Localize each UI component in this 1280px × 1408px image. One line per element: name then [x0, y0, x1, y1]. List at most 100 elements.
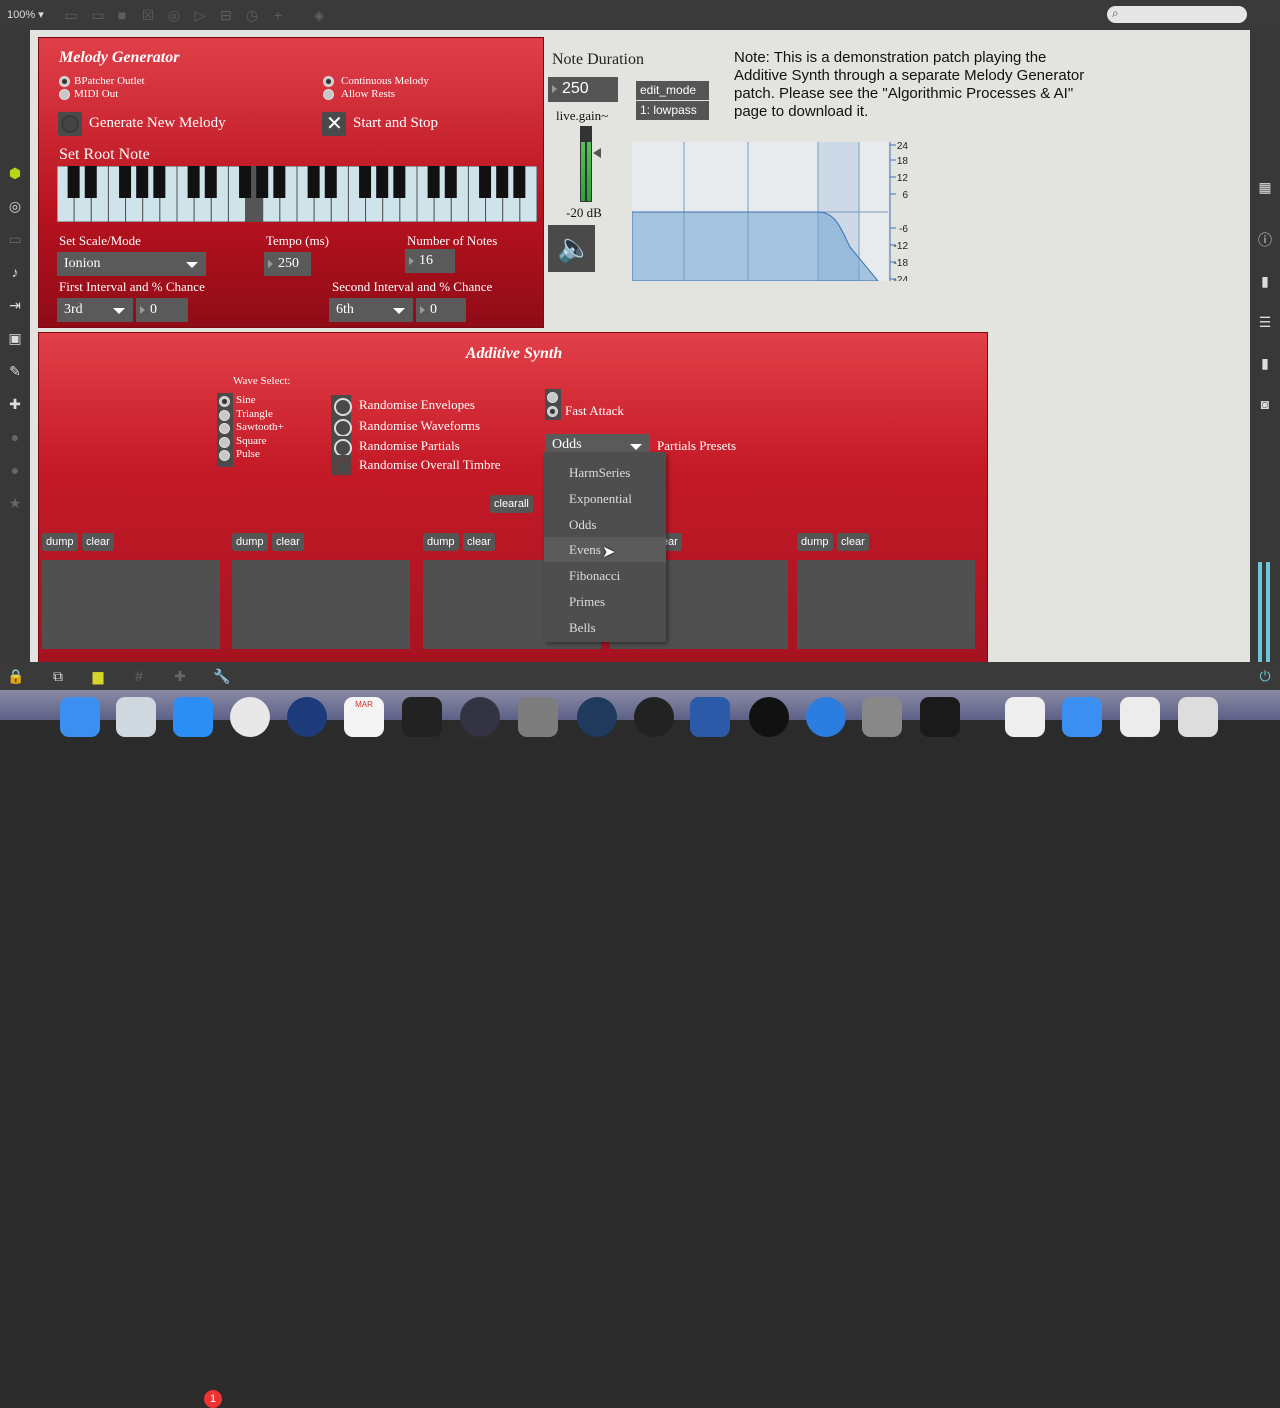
file-icon[interactable]	[1120, 697, 1160, 737]
black-key[interactable]	[359, 166, 372, 198]
black-key[interactable]	[376, 166, 389, 198]
radio-continuous[interactable]	[323, 76, 334, 87]
dump-button[interactable]: dump	[423, 533, 459, 551]
black-key[interactable]	[479, 166, 492, 198]
black-key[interactable]	[67, 166, 80, 198]
music-icon[interactable]: ♪	[7, 264, 23, 280]
envelope-editor[interactable]	[232, 560, 410, 649]
envelope-editor[interactable]	[42, 560, 220, 649]
browser-icon[interactable]	[806, 697, 846, 737]
message-icon[interactable]: ☒	[140, 7, 156, 23]
slider-icon[interactable]: ⊟	[218, 7, 234, 23]
clear-button[interactable]: clear	[463, 533, 495, 551]
target-icon[interactable]: ◎	[7, 198, 23, 214]
second-chance-number[interactable]: 0	[416, 298, 466, 322]
launchpad-icon[interactable]	[116, 697, 156, 737]
terminal-icon[interactable]	[920, 697, 960, 737]
v-icon[interactable]: ●	[7, 429, 23, 445]
steam-icon[interactable]	[577, 697, 617, 737]
first-interval-menu[interactable]: 3rd	[57, 298, 133, 322]
wave-radio-4[interactable]	[219, 450, 230, 461]
add-icon[interactable]: +	[270, 7, 286, 23]
black-key[interactable]	[204, 166, 217, 198]
trash-icon[interactable]	[1178, 697, 1218, 737]
dropdown-item[interactable]: Exponential	[544, 486, 666, 511]
randomise-partials-button[interactable]	[331, 436, 352, 457]
black-key[interactable]	[84, 166, 97, 198]
wrench-icon[interactable]: 🔧	[213, 668, 230, 684]
audio-toggle[interactable]: 🔈	[548, 225, 595, 272]
plugin-icon[interactable]: ✚	[7, 396, 23, 412]
logic-icon[interactable]	[518, 697, 558, 737]
search-input[interactable]: ⌕	[1107, 6, 1247, 23]
new-object-icon[interactable]: ✚	[172, 668, 188, 684]
dropdown-item[interactable]: Primes	[544, 589, 666, 614]
star-icon[interactable]: ★	[7, 495, 23, 511]
black-key[interactable]	[273, 166, 286, 198]
dump-button[interactable]: dump	[232, 533, 268, 551]
image-icon[interactable]: ▣	[7, 330, 23, 346]
gain-meter[interactable]	[580, 126, 592, 202]
black-key[interactable]	[324, 166, 337, 198]
presentation-icon[interactable]: ▭	[63, 7, 79, 23]
randomise-waveforms-button[interactable]	[331, 416, 352, 437]
randomise-envelopes-button[interactable]	[331, 395, 352, 416]
power-icon[interactable]: ⏻	[1257, 668, 1273, 684]
clip-icon[interactable]: ✎	[7, 363, 23, 379]
dropdown-item[interactable]: Fibonacci	[544, 563, 666, 588]
paint-icon[interactable]: ◈	[311, 7, 327, 23]
black-key[interactable]	[427, 166, 440, 198]
dropdown-item[interactable]: Bells	[544, 615, 666, 640]
ableton-icon[interactable]	[749, 697, 789, 737]
word-icon[interactable]	[690, 697, 730, 737]
calendar-icon[interactable]: MAR	[344, 697, 384, 737]
first-chance-number[interactable]: 0	[136, 298, 188, 322]
headphones-icon[interactable]	[460, 697, 500, 737]
grid-snap-icon[interactable]: #	[131, 668, 147, 684]
clear-button[interactable]: clear	[82, 533, 114, 551]
black-key[interactable]	[444, 166, 457, 198]
object-icon[interactable]: ▭	[90, 7, 106, 23]
radio-midi[interactable]	[59, 89, 70, 100]
wave-radio-3[interactable]	[219, 436, 230, 448]
radio-rests[interactable]	[323, 89, 334, 100]
wave-radio-1[interactable]	[219, 409, 230, 421]
scale-menu[interactable]: Ionion	[57, 252, 206, 276]
list-icon[interactable]: ☰	[1257, 314, 1273, 330]
finder-icon[interactable]	[60, 697, 100, 737]
black-key[interactable]	[307, 166, 320, 198]
clear-button[interactable]: clear	[272, 533, 304, 551]
toggle-icon[interactable]: ▷	[192, 7, 208, 23]
envelope-editor[interactable]	[797, 560, 975, 649]
black-key[interactable]	[513, 166, 526, 198]
window-icon[interactable]: ▭	[7, 231, 23, 247]
second-interval-menu[interactable]: 6th	[329, 298, 413, 322]
black-key[interactable]	[256, 166, 269, 198]
book-icon[interactable]: ▮	[1257, 273, 1273, 289]
black-key[interactable]	[153, 166, 166, 198]
grid-icon[interactable]: ▦	[1257, 179, 1273, 195]
black-key[interactable]	[393, 166, 406, 198]
dial-icon[interactable]: ◷	[244, 7, 260, 23]
document-icon[interactable]	[1005, 697, 1045, 737]
clear-button[interactable]: clear	[837, 533, 869, 551]
root-note-keyboard[interactable]	[57, 166, 537, 222]
radio-fast-attack[interactable]	[547, 406, 558, 417]
dump-button[interactable]: dump	[42, 533, 78, 551]
sequence-icon[interactable]: ⇥	[7, 297, 23, 313]
generate-button[interactable]	[58, 112, 82, 136]
radio-normal-attack[interactable]	[547, 392, 558, 403]
safari-icon[interactable]	[287, 697, 327, 737]
max-icon[interactable]	[634, 697, 674, 737]
radio-bpatcher[interactable]	[59, 76, 70, 87]
app-store-icon[interactable]	[173, 697, 213, 737]
presentation-mode-icon[interactable]: ⧉	[50, 668, 66, 684]
notes-number[interactable]: 16	[405, 249, 455, 273]
lock-icon[interactable]: 🔒	[7, 668, 24, 684]
note-duration-number[interactable]: 250	[548, 77, 618, 102]
chrome-icon[interactable]	[230, 697, 270, 737]
black-key[interactable]	[119, 166, 132, 198]
downloads-icon[interactable]	[1062, 697, 1102, 737]
tempo-number[interactable]: 250	[264, 252, 311, 276]
comment-bubble-icon[interactable]: ▆	[90, 668, 106, 684]
